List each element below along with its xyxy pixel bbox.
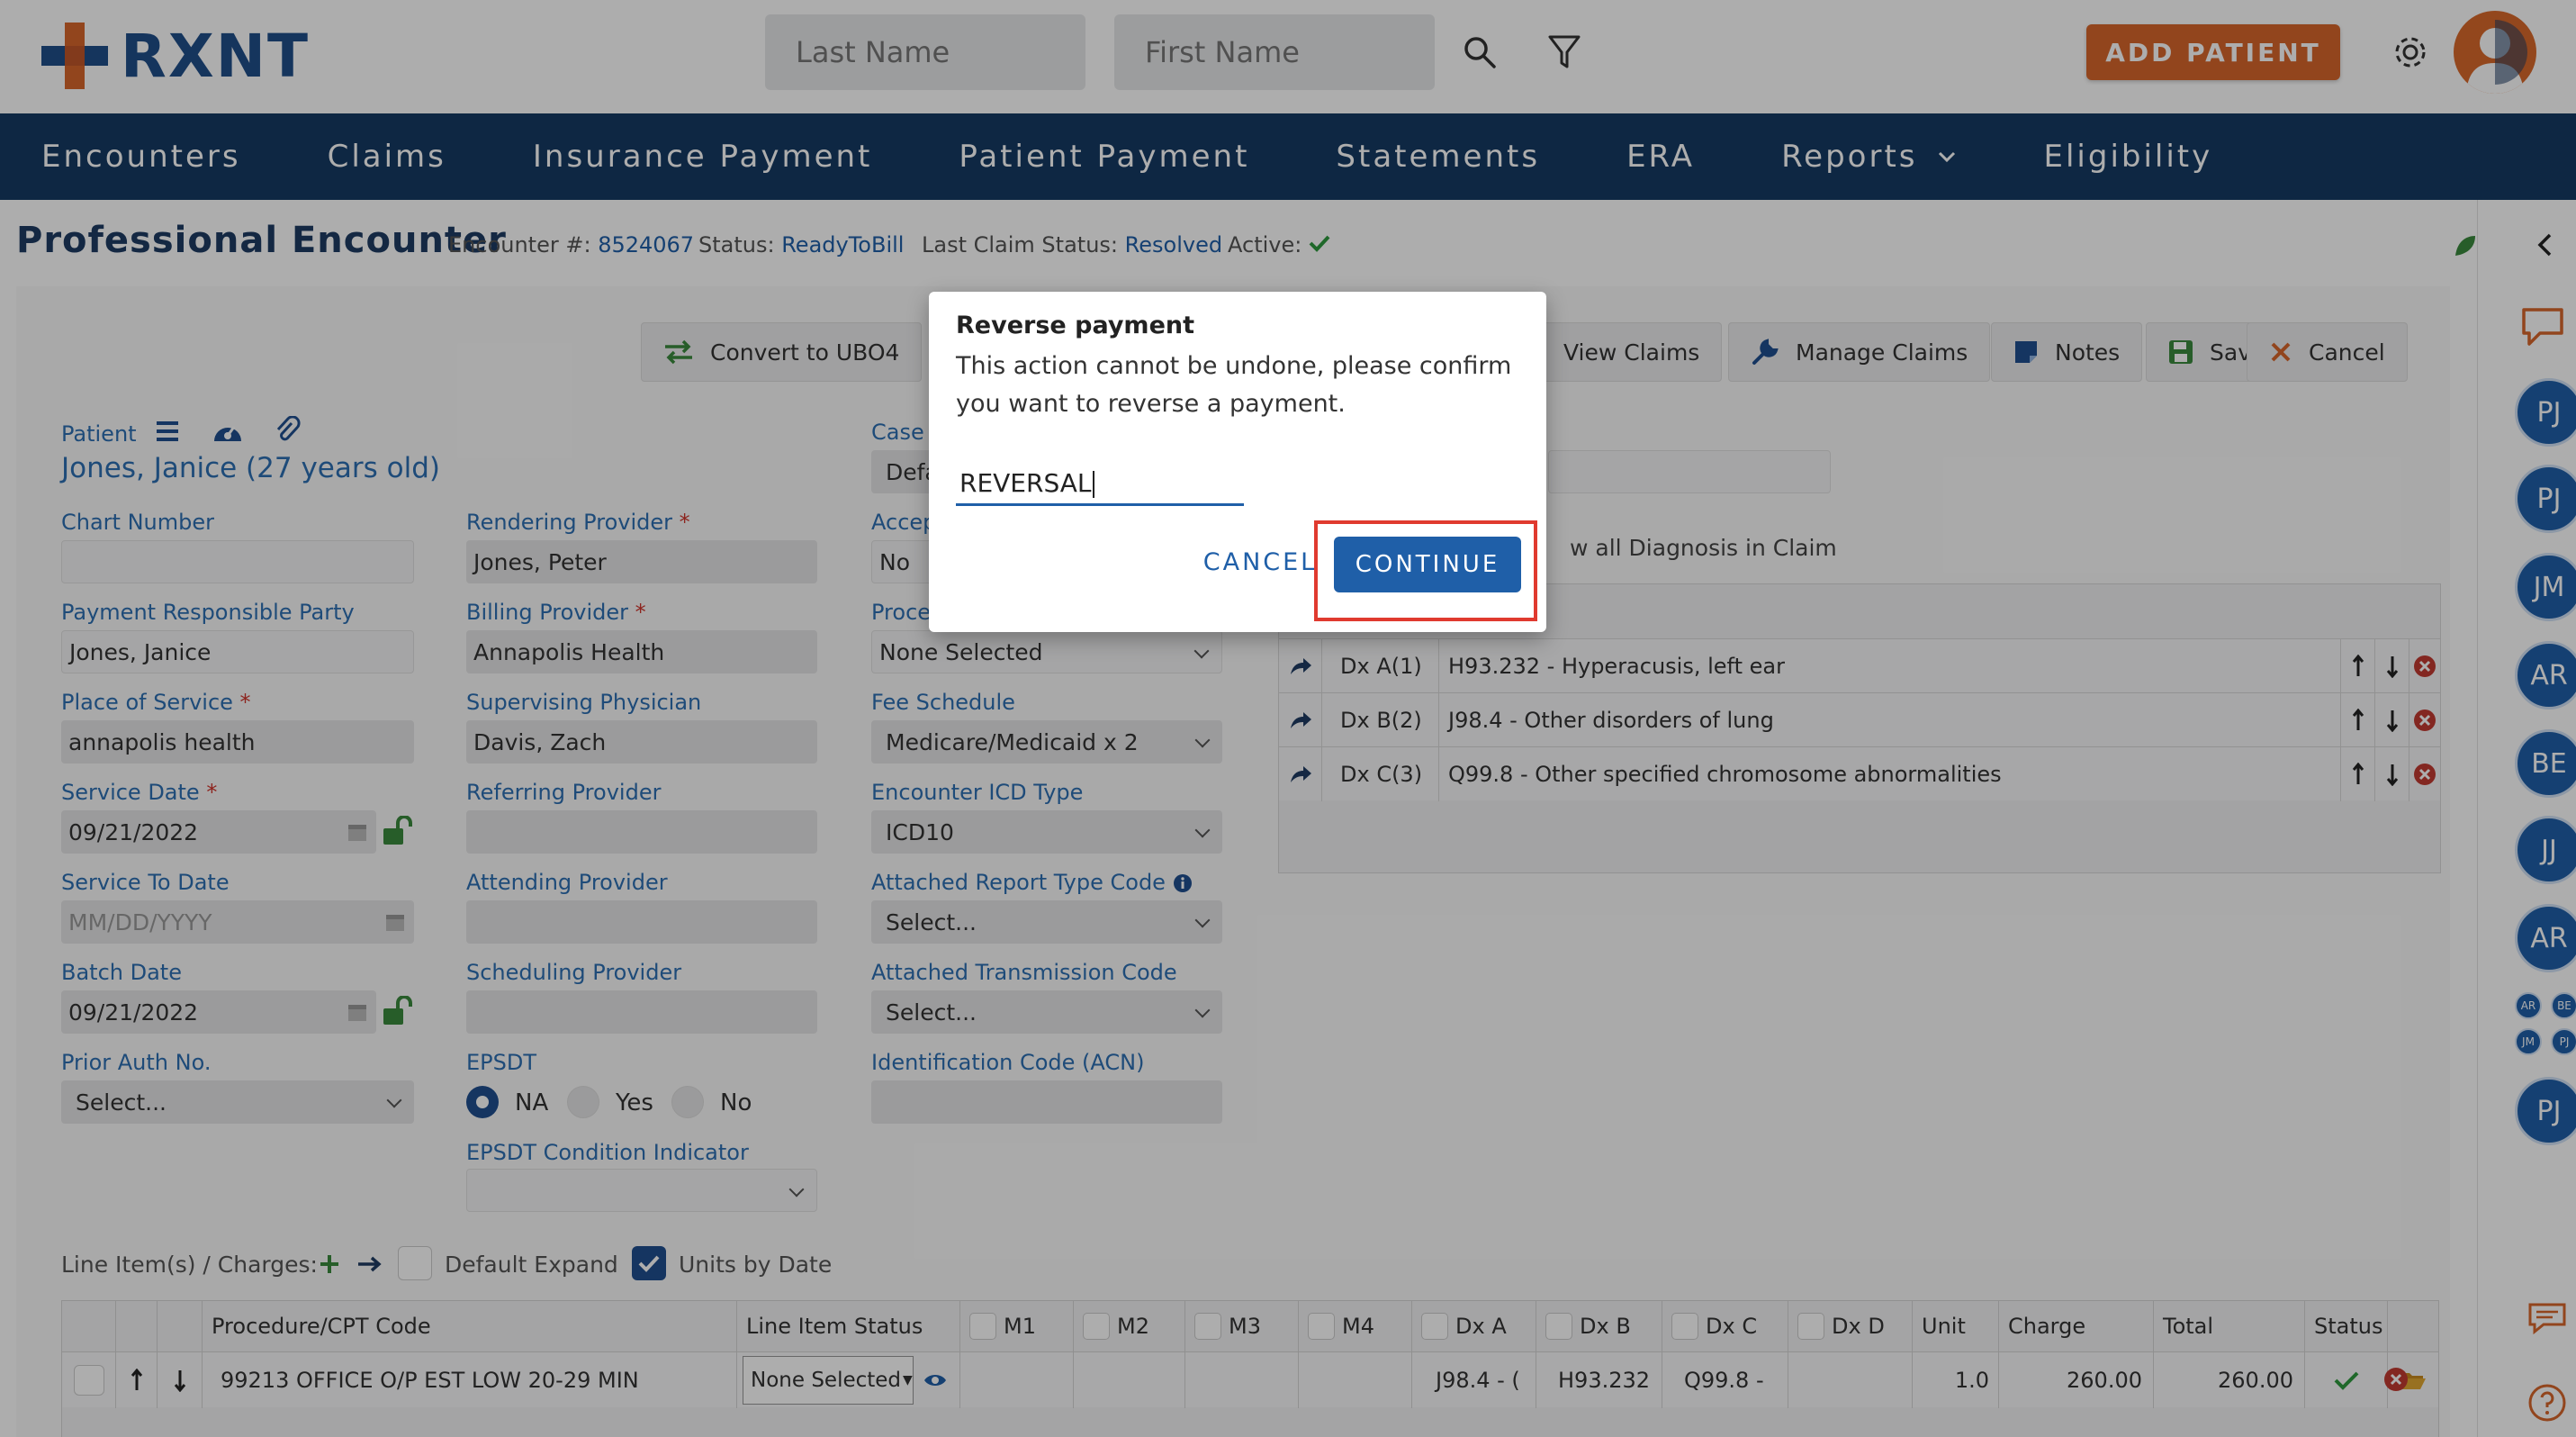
reversal-confirm-input[interactable]: REVERSAL [956,456,1244,506]
dialog-message: This action cannot be undone, please con… [956,352,1512,418]
modal-backdrop[interactable] [0,0,2576,1437]
reversal-input-value: REVERSAL [959,468,1092,498]
dialog-title: Reverse payment [956,312,1195,339]
continue-highlight-box [1314,520,1537,621]
text-cursor [1092,471,1094,498]
